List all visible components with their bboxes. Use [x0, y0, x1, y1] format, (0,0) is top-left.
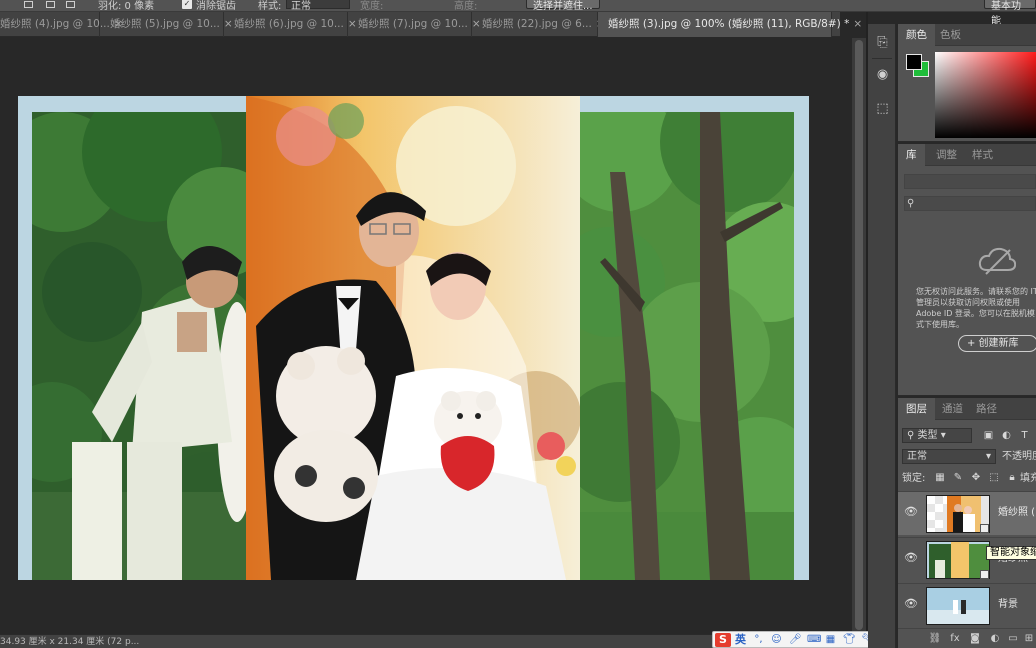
filter-pixel-icon[interactable]: ▣ — [982, 429, 995, 442]
smart-object-badge-icon — [980, 570, 989, 579]
layer-thumbnail[interactable] — [926, 587, 990, 625]
color-picker-field[interactable] — [935, 52, 1036, 138]
filter-adjustment-icon[interactable]: ◐ — [1000, 429, 1013, 442]
vertical-scrollbar[interactable] — [852, 38, 866, 634]
select-and-mask-button[interactable]: 选择并遮住... — [526, 0, 600, 12]
workspace-switcher[interactable]: 基本功能 — [984, 0, 1036, 27]
layers-panel-tabs: 图层 通道 路径 — [898, 398, 1036, 420]
library-select[interactable] — [904, 174, 1036, 189]
punctuation-icon[interactable]: °, — [753, 634, 764, 645]
layer-style-fx-icon[interactable]: fx — [948, 632, 962, 646]
layers-panel: 图层 通道 路径 ⚲ 类型 ▾ ▣ ◐ T 正常▾ 不透明度: 锁定: ▦ ✎ … — [898, 398, 1036, 648]
filter-type-icon[interactable]: T — [1018, 429, 1031, 442]
photo-left-couple-forest — [32, 112, 246, 580]
new-adjustment-layer-icon[interactable]: ◐ — [988, 632, 1002, 646]
paths-panel-icon[interactable]: ⬚ — [874, 100, 891, 117]
tab-doc-4[interactable]: 婚纱照 (4).jpg @ 10... × — [0, 12, 123, 37]
tab-layers[interactable]: 图层 — [898, 398, 935, 420]
tab-swatches[interactable]: 色板 — [932, 24, 969, 46]
emoji-icon[interactable]: ☺ — [771, 634, 782, 645]
tab-doc-5[interactable]: 婚纱照 (5).jpg @ 10... × — [100, 12, 233, 37]
photo-right-trees — [580, 112, 794, 580]
lock-label: 锁定: — [902, 473, 926, 484]
document-canvas[interactable] — [18, 96, 809, 580]
eye-visibility-icon[interactable]: 👁︎ — [904, 551, 918, 565]
lock-position-icon[interactable]: ✥ — [970, 472, 982, 484]
add-mask-icon[interactable]: ◙ — [968, 632, 982, 646]
blend-mode-select[interactable]: 正常 ▾ — [902, 449, 996, 464]
chevron-down-icon: ▾ — [985, 451, 991, 462]
height-label: 高度: — [454, 1, 478, 12]
tab-color[interactable]: 颜色 — [898, 24, 935, 46]
tab-adjustments[interactable]: 调整 — [928, 144, 965, 166]
lock-transparent-icon[interactable]: ▦ — [934, 472, 946, 484]
color-panel-tabs: 颜色 色板 — [898, 24, 1036, 46]
new-group-icon[interactable]: ▭ — [1006, 632, 1020, 646]
layer-row[interactable]: 👁︎ 婚纱照 (11) — [898, 491, 1036, 535]
library-search-input[interactable]: ⚲ — [904, 196, 1036, 211]
toolbox-icon[interactable]: ▦ — [825, 634, 836, 645]
layer-name[interactable]: 背景 — [998, 598, 1018, 612]
layer-row[interactable]: 👁︎ 背景 — [898, 583, 1036, 627]
library-access-message: 您无权访问此服务。请联系您的 IT 管理员以获取访问权限或使用 Adobe ID… — [916, 287, 1036, 329]
tab-channels[interactable]: 通道 — [934, 398, 971, 420]
filter-search-icon: ⚲ — [907, 430, 915, 441]
feather-label: 羽化: 0 像素 — [98, 1, 155, 12]
smart-object-tooltip: 智能对象缩略图 — [986, 546, 1036, 560]
subtract-selection-icon[interactable] — [66, 1, 75, 8]
document-tab-bar: 婚纱照 (4).jpg @ 10... × 婚纱照 (5).jpg @ 10...… — [0, 12, 862, 37]
creative-cloud-offline-icon — [978, 247, 1016, 275]
search-icon: ⚲ — [907, 198, 915, 209]
tab-doc-22[interactable]: 婚纱照 (22).jpg @ 6...× — [472, 12, 605, 37]
skin-icon[interactable]: 👕︎ — [843, 634, 856, 645]
document-size-status[interactable]: 34.93 厘米 x 21.34 厘米 (72 p... — [0, 635, 139, 648]
ime-toolbar[interactable]: S 英 °, ☺ 🎤︎ ⌨ ▦ 👕︎ 🔧︎ — [712, 631, 880, 648]
tab-libraries[interactable]: 库 — [898, 144, 925, 166]
strip-separator — [872, 58, 892, 59]
microphone-icon[interactable]: 🎤︎ — [789, 634, 802, 645]
new-layer-icon[interactable]: ⊞ — [1022, 632, 1036, 646]
opacity-label: 不透明度: — [1002, 451, 1036, 462]
add-selection-icon[interactable] — [46, 1, 55, 8]
smart-object-badge-icon — [980, 524, 989, 533]
foreground-color-swatch[interactable] — [906, 54, 922, 70]
tab-paths[interactable]: 路径 — [968, 398, 1005, 420]
antialias-checkbox[interactable]: ✓ — [182, 0, 192, 9]
create-new-library-button[interactable]: + 创建新库 — [958, 335, 1036, 352]
layer-kind-filter[interactable]: ⚲ 类型 ▾ — [902, 428, 972, 443]
fill-label: 填充: — [1020, 473, 1036, 484]
tab-doc-6[interactable]: 婚纱照 (6).jpg @ 10... × — [224, 12, 357, 37]
properties-panel-icon[interactable]: ◉ — [874, 66, 891, 83]
new-selection-icon[interactable] — [24, 1, 33, 8]
keyboard-icon[interactable]: ⌨ — [807, 634, 821, 645]
libraries-panel: 库 调整 样式 ⚲ 您无权访问此服务。请联系您的 IT 管理员以获取访问权限或使… — [898, 144, 1036, 396]
history-panel-icon[interactable]: ⎘ — [874, 34, 891, 51]
width-label: 宽度: — [360, 1, 384, 12]
layers-footer: ⛓ fx ◙ ◐ ▭ ⊞ — [898, 628, 1036, 648]
scrollbar-thumb[interactable] — [855, 40, 863, 630]
collapsed-panel-strip: ⎘ ◉ ⬚ — [868, 24, 896, 648]
library-panel-tabs: 库 调整 样式 — [898, 144, 1036, 166]
tab-doc-3-active[interactable]: 婚纱照 (3).jpg @ 100% (婚纱照 (11), RGB/8#) * × — [598, 12, 862, 37]
lock-artboard-icon[interactable]: ⬚ — [988, 472, 1000, 484]
ime-language-toggle[interactable]: 英 — [735, 632, 746, 648]
style-label: 样式: — [258, 1, 282, 12]
antialias-label: 消除锯齿 — [196, 1, 236, 12]
style-select[interactable]: 正常 — [286, 0, 350, 12]
lock-image-icon[interactable]: ✎ — [952, 472, 964, 484]
lock-all-icon[interactable]: 🔒︎ — [1006, 472, 1018, 484]
close-icon[interactable]: × — [853, 18, 862, 30]
tab-styles[interactable]: 样式 — [964, 144, 1001, 166]
color-panel: 颜色 色板 — [898, 24, 1036, 142]
link-layers-icon[interactable]: ⛓ — [928, 632, 942, 646]
eye-visibility-icon[interactable]: 👁︎ — [904, 597, 918, 611]
layer-name[interactable]: 婚纱照 (11) — [998, 506, 1036, 520]
sogou-logo-icon[interactable]: S — [715, 633, 731, 647]
options-bar: 羽化: 0 像素 ✓ 消除锯齿 样式: 正常 宽度: 高度: 选择并遮住... … — [0, 0, 1036, 27]
eye-visibility-icon[interactable]: 👁︎ — [904, 505, 918, 519]
photo-center-couple-studio — [246, 96, 580, 580]
tab-doc-7[interactable]: 婚纱照 (7).jpg @ 10... × — [348, 12, 481, 37]
